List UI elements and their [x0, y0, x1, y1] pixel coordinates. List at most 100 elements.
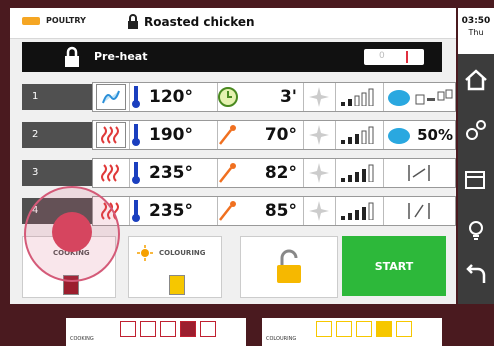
step-cells: 190° 70° 50%: [92, 120, 456, 150]
lightbulb-icon[interactable]: [464, 218, 488, 242]
thermometer-icon: [132, 162, 140, 184]
sun-icon: [137, 245, 153, 261]
right-sidebar: 03:50 Thu: [458, 8, 494, 304]
probe-icon: [219, 163, 236, 183]
cooking-scale-box-selected: [180, 321, 196, 337]
step-mode[interactable]: [93, 159, 130, 187]
settings-icon[interactable]: [464, 118, 488, 142]
thermometer-icon: [132, 124, 140, 146]
humidity[interactable]: 50%: [383, 121, 457, 149]
touch-dot: [52, 212, 92, 252]
fan-level[interactable]: [335, 197, 384, 225]
fan-level[interactable]: [335, 83, 384, 111]
start-button[interactable]: START: [342, 236, 446, 296]
step-temp[interactable]: 190°: [129, 121, 218, 149]
colouring-scale-strip: COLOURING: [262, 318, 442, 346]
step-row-1[interactable]: 1 120° 3': [22, 82, 456, 112]
step-row-2[interactable]: 2 190° 70° 50%: [22, 120, 456, 150]
clock-day: Thu: [468, 28, 484, 37]
clock-time: 03:50: [461, 16, 491, 26]
step-cells: 120° 3': [92, 82, 456, 112]
home-icon[interactable]: [464, 68, 488, 92]
category-text: POULTRY: [46, 16, 86, 25]
fan-icon: [309, 201, 329, 221]
timer-icon: [218, 87, 238, 107]
clock: 03:50 Thu: [458, 8, 494, 54]
lock-button[interactable]: [240, 236, 338, 298]
cooking-scale-strip: COOKING: [66, 318, 246, 346]
fan-speed[interactable]: [303, 121, 336, 149]
lock-icon: [128, 14, 138, 29]
strip-cooking-label: COOKING: [70, 336, 94, 342]
calendar-icon[interactable]: [464, 168, 488, 192]
colouring-scale-box: [396, 321, 412, 337]
step-core[interactable]: 70°: [217, 121, 304, 149]
strip-colouring-label: COLOURING: [266, 336, 297, 342]
fan-icon: [309, 87, 329, 107]
humidity-cloud-icon: [388, 90, 410, 106]
step-row-3[interactable]: 3 235° 82°: [22, 158, 456, 188]
temp-value: 235°: [149, 163, 193, 183]
category-label[interactable]: POULTRY: [22, 16, 86, 25]
toggle-on-indicator: [406, 51, 408, 63]
humidity[interactable]: [383, 197, 457, 225]
padlock-open-icon: [277, 249, 301, 283]
step-cells: 235° 82°: [92, 158, 456, 188]
step-cells: 235° 85°: [92, 196, 456, 226]
step-temp[interactable]: 120°: [129, 83, 218, 111]
thermometer-icon: [132, 86, 140, 108]
unlock-icon: [65, 46, 79, 67]
cooking-scale-box: [160, 321, 176, 337]
level-bars-icon: [341, 164, 374, 182]
core-value: 85°: [264, 201, 297, 221]
colouring-scale-box: [336, 321, 352, 337]
humidity-cloud-icon: [388, 128, 410, 144]
combi-heat-icon: [101, 126, 119, 144]
fan-level[interactable]: [335, 159, 384, 187]
humidity[interactable]: [383, 83, 457, 111]
preheat-bar[interactable]: Pre-heat 0: [22, 42, 442, 72]
step-temp[interactable]: 235°: [129, 197, 218, 225]
level-bars-icon: [341, 202, 374, 220]
fan-speed[interactable]: [303, 159, 336, 187]
toggle-off-label: 0: [379, 51, 385, 61]
step-core[interactable]: 85°: [217, 197, 304, 225]
core-value: 82°: [264, 163, 297, 183]
colouring-scale-box: [356, 321, 372, 337]
step-mode[interactable]: [93, 121, 130, 149]
fan-speed[interactable]: [303, 83, 336, 111]
cooking-scale-box: [120, 321, 136, 337]
touch-indicator: [24, 186, 120, 282]
level-bars-icon: [341, 126, 374, 144]
humidity-value: 50%: [417, 126, 453, 144]
step-core[interactable]: 3': [217, 83, 304, 111]
preheat-toggle[interactable]: 0: [364, 49, 424, 65]
core-value: 70°: [264, 125, 297, 145]
fan-icon: [309, 163, 329, 183]
vent-open-icon: [415, 89, 453, 105]
core-value: 3': [279, 87, 297, 107]
colouring-adjuster[interactable]: COLOURING: [128, 236, 222, 298]
colouring-scale-box-selected: [376, 321, 392, 337]
step-temp[interactable]: 235°: [129, 159, 218, 187]
start-label: START: [374, 259, 414, 273]
preheat-label: Pre-heat: [94, 50, 148, 63]
level-bars-icon: [341, 88, 374, 106]
colouring-level-indicator: [169, 275, 185, 295]
fan-level[interactable]: [335, 121, 384, 149]
recipe-title-text: Roasted chicken: [144, 15, 255, 29]
poultry-icon: [22, 16, 40, 25]
thermometer-icon: [132, 200, 140, 222]
back-icon[interactable]: [464, 263, 488, 287]
temp-value: 120°: [149, 87, 193, 107]
convection-icon: [101, 164, 119, 182]
temp-value: 235°: [149, 201, 193, 221]
fan-speed[interactable]: [303, 197, 336, 225]
step-core[interactable]: 82°: [217, 159, 304, 187]
damper-icon: [408, 165, 430, 181]
humidity[interactable]: [383, 159, 457, 187]
colouring-label: COLOURING: [159, 249, 206, 257]
probe-icon: [219, 125, 236, 145]
probe-icon: [219, 201, 236, 221]
step-mode[interactable]: [93, 83, 130, 111]
